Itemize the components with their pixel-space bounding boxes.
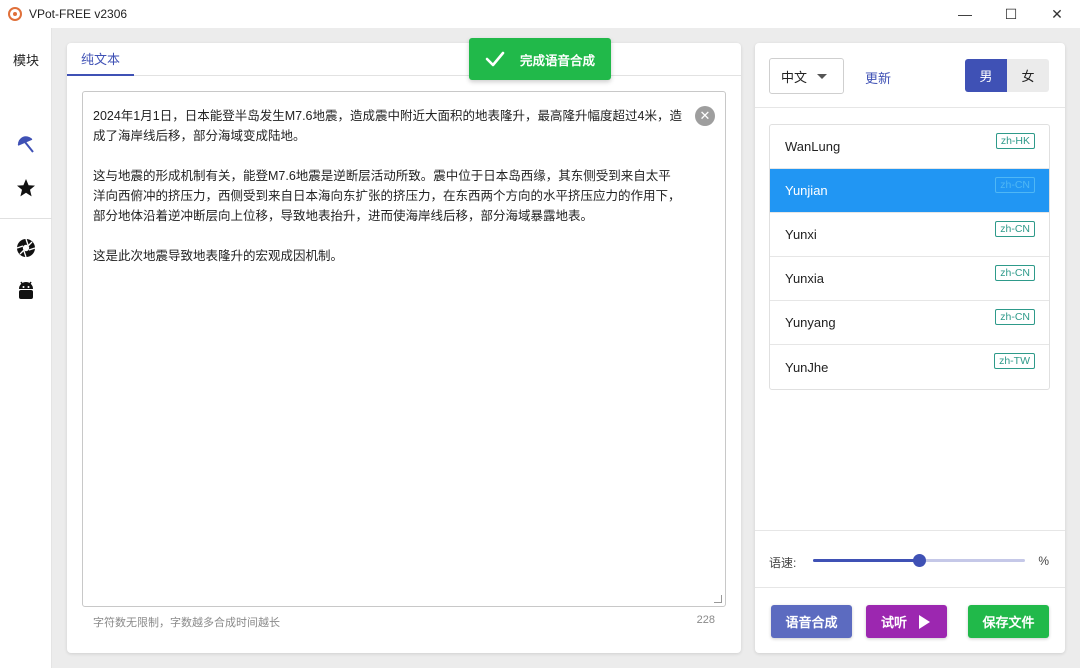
voice-name: Yunjian xyxy=(785,183,828,198)
star-icon[interactable] xyxy=(14,176,38,200)
success-toast: 完成语音合成 xyxy=(469,38,611,80)
voice-name: Yunyang xyxy=(785,315,836,330)
voice-item[interactable]: YunJhe zh-TW xyxy=(770,345,1049,389)
resize-handle[interactable] xyxy=(714,595,722,603)
speed-unit: % xyxy=(1038,554,1049,568)
language-select[interactable]: 中文 xyxy=(769,58,844,94)
divider xyxy=(755,107,1065,108)
text-input[interactable]: 2024年1月1日，日本能登半岛发生M7.6地震，造成震中附近大面积的地表隆升，… xyxy=(82,91,726,607)
app-logo-icon xyxy=(8,7,22,21)
sidebar-divider xyxy=(0,218,52,219)
char-count: 228 xyxy=(696,614,715,626)
speed-slider[interactable] xyxy=(813,554,1025,567)
char-limit-hint: 字符数无限制，字数越多合成时间越长 xyxy=(93,617,280,629)
locale-badge: zh-CN xyxy=(995,265,1035,281)
locale-badge: zh-CN xyxy=(995,177,1035,193)
gender-female-button[interactable]: 女 xyxy=(1007,59,1049,92)
divider xyxy=(755,530,1065,531)
gender-toggle: 男 女 xyxy=(965,59,1049,92)
speed-label: 语速: xyxy=(769,556,797,570)
preview-button[interactable]: 试听 xyxy=(866,605,947,638)
umbrella-icon[interactable] xyxy=(14,133,38,157)
speed-slider-fill xyxy=(813,559,919,562)
android-icon[interactable] xyxy=(14,279,38,303)
sidebar: 模块 xyxy=(0,28,52,668)
gender-male-button[interactable]: 男 xyxy=(965,59,1007,92)
voice-list: WanLung zh-HK Yunjian zh-CN Yunxi zh-CN … xyxy=(769,124,1050,390)
voice-name: WanLung xyxy=(785,139,841,154)
language-value: 中文 xyxy=(781,69,808,85)
save-file-button[interactable]: 保存文件 xyxy=(968,605,1049,638)
window-title: VPot-FREE v2306 xyxy=(29,7,128,21)
toast-message: 完成语音合成 xyxy=(520,53,596,68)
text-editor-card: 纯文本 2024年1月1日，日本能登半岛发生M7.6地震，造成震中附近大面积的地… xyxy=(67,43,741,653)
synthesize-button[interactable]: 语音合成 xyxy=(771,605,852,638)
voice-item[interactable]: Yunyang zh-CN xyxy=(770,301,1049,345)
locale-badge: zh-TW xyxy=(994,353,1035,369)
voice-name: Yunxia xyxy=(785,271,825,286)
tab-plain-text[interactable]: 纯文本 xyxy=(67,43,135,76)
maximize-button[interactable]: ☐ xyxy=(988,0,1034,28)
voice-name: Yunxi xyxy=(785,227,817,242)
text-input-content[interactable]: 2024年1月1日，日本能登半岛发生M7.6地震，造成震中附近大面积的地表隆升，… xyxy=(93,106,683,266)
close-button[interactable]: ✕ xyxy=(1034,0,1080,28)
aperture-icon[interactable] xyxy=(14,236,38,260)
check-icon xyxy=(485,51,505,67)
window-controls: — ☐ ✕ xyxy=(942,0,1080,28)
divider xyxy=(755,587,1065,588)
locale-badge: zh-CN xyxy=(995,221,1035,237)
voice-item[interactable]: Yunxia zh-CN xyxy=(770,257,1049,301)
play-icon xyxy=(919,615,930,629)
voice-item[interactable]: WanLung zh-HK xyxy=(770,125,1049,169)
refresh-button[interactable]: 更新 xyxy=(865,68,891,87)
minimize-button[interactable]: — xyxy=(942,0,988,28)
sidebar-title: 模块 xyxy=(12,53,39,68)
voice-settings-card: 中文 更新 男 女 WanLung zh-HK Yunjian zh-CN Yu… xyxy=(755,43,1065,653)
voice-item-selected[interactable]: Yunjian zh-CN xyxy=(770,169,1049,213)
clear-text-button[interactable]: ✕ xyxy=(695,106,715,126)
speed-slider-thumb[interactable] xyxy=(913,554,926,567)
locale-badge: zh-CN xyxy=(995,309,1035,325)
voice-item[interactable]: Yunxi zh-CN xyxy=(770,213,1049,257)
title-bar: VPot-FREE v2306 — ☐ ✕ xyxy=(0,0,1080,28)
tab-bar: 纯文本 xyxy=(67,43,741,76)
locale-badge: zh-HK xyxy=(995,133,1035,149)
voice-name: YunJhe xyxy=(785,359,829,375)
chevron-down-icon xyxy=(817,74,827,79)
preview-label: 试听 xyxy=(881,615,908,630)
